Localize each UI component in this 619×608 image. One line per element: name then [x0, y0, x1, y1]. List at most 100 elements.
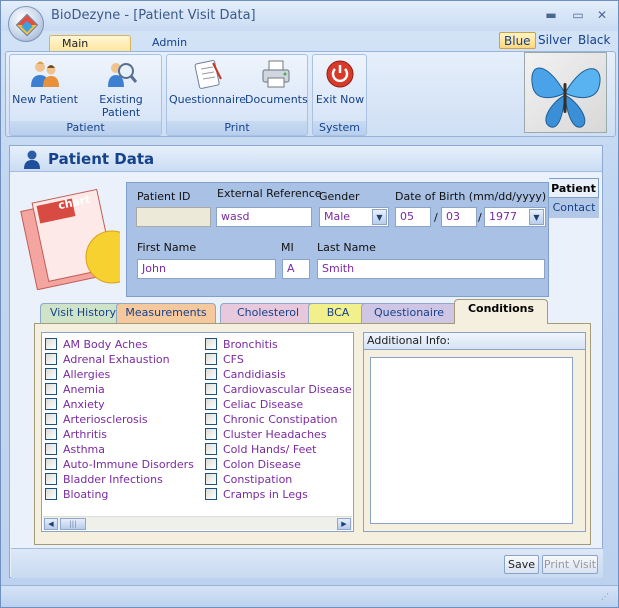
tab-measurements[interactable]: Measurements: [116, 303, 216, 323]
butterfly-logo-image: [524, 52, 607, 133]
ribbon-group-print: Questionnaire Documents Print: [166, 54, 308, 136]
tab-main-menu[interactable]: Main Menu: [49, 35, 131, 66]
dob-year-value: 1977: [489, 210, 517, 223]
additional-info-label: Additional Info:: [364, 333, 585, 350]
condition-checkbox[interactable]: [205, 383, 217, 395]
condition-checkbox[interactable]: [205, 458, 217, 470]
ribbon-group-label: Print: [167, 121, 307, 135]
condition-label: Asthma: [63, 443, 105, 456]
condition-checkbox[interactable]: [205, 338, 217, 350]
condition-label: Cardiovascular Disease: [223, 383, 352, 396]
condition-checkbox[interactable]: [45, 428, 57, 440]
condition-label: Celiac Disease: [223, 398, 304, 411]
maximize-button[interactable]: ▭: [569, 7, 587, 23]
condition-label: Cold Hands/ Feet: [223, 443, 317, 456]
external-reference-label: External Reference: [217, 187, 322, 200]
questionnaire-label: Questionnaire: [169, 93, 247, 106]
condition-checkbox[interactable]: [45, 413, 57, 425]
condition-checkbox[interactable]: [45, 458, 57, 470]
chevron-down-icon[interactable]: ▼: [372, 209, 387, 225]
status-bar: ⋰: [1, 585, 618, 607]
tab-cholesterol[interactable]: Cholesterol: [220, 303, 316, 323]
mi-field[interactable]: A: [282, 259, 310, 279]
ribbon-group-system: Exit Now System: [312, 54, 367, 136]
tab-visit-history[interactable]: Visit History: [40, 303, 126, 323]
title-bar: BioDezyne - [Patient Visit Data] ▬ ▭ ✕: [1, 1, 618, 31]
gender-value: Male: [324, 210, 351, 223]
condition-label: Colon Disease: [223, 458, 301, 471]
gender-select[interactable]: Male ▼: [319, 207, 389, 227]
condition-checkbox[interactable]: [45, 488, 57, 500]
tab-contact[interactable]: Contact: [549, 198, 599, 218]
questionnaire-button[interactable]: Questionnaire: [169, 59, 247, 119]
condition-checkbox[interactable]: [45, 443, 57, 455]
tab-strip: Visit History Measurements Cholesterol B…: [36, 299, 592, 324]
patient-data-panel: Patient Data chart Patient ID External R…: [9, 145, 603, 578]
chevron-down-icon[interactable]: ▼: [529, 209, 544, 225]
condition-label: Arthritis: [63, 428, 108, 441]
condition-checkbox[interactable]: [45, 398, 57, 410]
ribbon-group-label: Patient: [10, 121, 161, 135]
dob-year-select[interactable]: 1977 ▼: [484, 207, 546, 227]
condition-checkbox[interactable]: [45, 368, 57, 380]
condition-checkbox[interactable]: [205, 413, 217, 425]
save-button[interactable]: Save: [504, 555, 539, 574]
condition-checkbox[interactable]: [205, 353, 217, 365]
tab-admin[interactable]: Admin: [140, 35, 199, 52]
condition-label: Bladder Infections: [63, 473, 163, 486]
clipboard-icon: [191, 59, 223, 89]
ribbon-group-label: System: [313, 121, 366, 135]
users-icon: [29, 59, 61, 89]
scroll-right-icon[interactable]: ▶: [337, 518, 351, 530]
scroll-left-icon[interactable]: ◀: [44, 518, 58, 530]
condition-checkbox[interactable]: [205, 368, 217, 380]
close-button[interactable]: ✕: [593, 7, 611, 23]
theme-black[interactable]: Black: [574, 32, 614, 49]
tab-patient[interactable]: Patient: [549, 178, 599, 198]
tab-conditions[interactable]: Conditions: [454, 299, 548, 324]
dob-day-field[interactable]: 03: [441, 207, 477, 227]
condition-label: Constipation: [223, 473, 293, 486]
condition-checkbox[interactable]: [205, 473, 217, 485]
condition-label: Anxiety: [63, 398, 105, 411]
condition-checkbox[interactable]: [45, 383, 57, 395]
condition-checkbox[interactable]: [45, 473, 57, 485]
condition-checkbox[interactable]: [45, 353, 57, 365]
additional-info-textarea[interactable]: [370, 357, 573, 524]
tab-questionaire[interactable]: Questionaire: [361, 303, 457, 323]
condition-checkbox[interactable]: [205, 398, 217, 410]
app-menu-orb-icon[interactable]: [8, 6, 44, 42]
window-title: BioDezyne - [Patient Visit Data]: [51, 8, 256, 23]
last-name-field[interactable]: Smith: [317, 259, 545, 279]
resize-grip-icon[interactable]: ⋰: [601, 592, 609, 601]
condition-label: AM Body Aches: [63, 338, 148, 351]
condition-label: Allergies: [63, 368, 111, 381]
conditions-tab-content: AM Body Aches Adrenal Exhaustion Allergies…: [34, 323, 591, 545]
existing-patient-button[interactable]: Existing Patient: [80, 59, 162, 119]
exit-now-button[interactable]: Exit Now: [315, 59, 365, 119]
conditions-checklist: AM Body Aches Adrenal Exhaustion Allergies…: [41, 332, 354, 532]
condition-label: Auto-Immune Disorders: [63, 458, 194, 471]
scroll-thumb[interactable]: |||: [60, 518, 86, 530]
panel-title: Patient Data: [48, 150, 155, 168]
dob-month-field[interactable]: 05: [395, 207, 431, 227]
print-visit-button[interactable]: Print Visit: [542, 555, 598, 574]
theme-blue[interactable]: Blue: [499, 32, 536, 49]
condition-checkbox[interactable]: [205, 428, 217, 440]
condition-label: Cluster Headaches: [223, 428, 327, 441]
documents-button[interactable]: Documents: [245, 59, 308, 119]
horizontal-scrollbar[interactable]: ◀ ||| ▶: [43, 516, 352, 530]
theme-silver[interactable]: Silver: [534, 32, 576, 49]
new-patient-button[interactable]: New Patient: [12, 59, 78, 119]
condition-checkbox[interactable]: [205, 488, 217, 500]
condition-checkbox[interactable]: [205, 443, 217, 455]
dob-label: Date of Birth (mm/dd/yyyy): [395, 190, 547, 203]
tab-bca[interactable]: BCA: [308, 303, 368, 323]
patient-id-label: Patient ID: [137, 190, 191, 203]
condition-checkbox[interactable]: [45, 338, 57, 350]
external-reference-field[interactable]: wasd: [216, 207, 312, 227]
first-name-label: First Name: [137, 241, 197, 254]
first-name-field[interactable]: John: [137, 259, 276, 279]
documents-label: Documents: [245, 93, 308, 106]
minimize-button[interactable]: ▬: [542, 7, 560, 23]
